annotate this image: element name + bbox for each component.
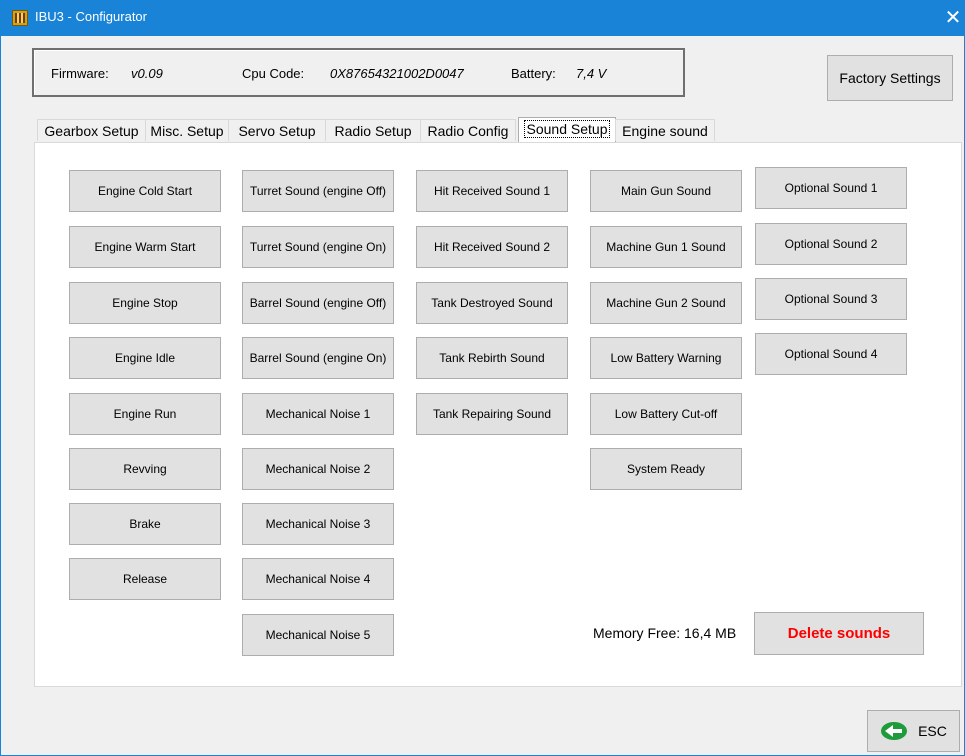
tab-radio-setup[interactable]: Radio Setup — [325, 119, 421, 141]
barrel-sound-engine-off-button[interactable]: Barrel Sound (engine Off) — [242, 282, 394, 324]
low-battery-warning-button[interactable]: Low Battery Warning — [590, 337, 742, 379]
turret-sound-engine-off-button[interactable]: Turret Sound (engine Off) — [242, 170, 394, 212]
mechanical-noise-1-button[interactable]: Mechanical Noise 1 — [242, 393, 394, 435]
system-ready-button[interactable]: System Ready — [590, 448, 742, 490]
engine-cold-start-button[interactable]: Engine Cold Start — [69, 170, 221, 212]
mechanical-noise-2-button[interactable]: Mechanical Noise 2 — [242, 448, 394, 490]
tab-label: Radio Config — [427, 123, 509, 139]
close-button[interactable]: ✕ — [941, 6, 965, 30]
tank-repairing-sound-button[interactable]: Tank Repairing Sound — [416, 393, 568, 435]
tab-label: Sound Setup — [523, 120, 611, 138]
hit-received-sound-1-button[interactable]: Hit Received Sound 1 — [416, 170, 568, 212]
tank-rebirth-sound-button[interactable]: Tank Rebirth Sound — [416, 337, 568, 379]
tab-label: Engine sound — [622, 123, 708, 139]
tab-label: Radio Setup — [334, 123, 412, 139]
main-gun-sound-button[interactable]: Main Gun Sound — [590, 170, 742, 212]
tab-radio-config[interactable]: Radio Config — [420, 119, 516, 141]
factory-settings-button[interactable]: Factory Settings — [827, 55, 953, 101]
app-chip-icon — [12, 10, 28, 26]
esc-button[interactable]: ESC — [867, 710, 960, 752]
low-battery-cutoff-button[interactable]: Low Battery Cut-off — [590, 393, 742, 435]
battery-label: Battery: — [511, 66, 556, 81]
tab-label: Misc. Setup — [150, 123, 224, 139]
mechanical-noise-3-button[interactable]: Mechanical Noise 3 — [242, 503, 394, 545]
tank-destroyed-sound-button[interactable]: Tank Destroyed Sound — [416, 282, 568, 324]
title-bar: IBU3 - Configurator ✕ — [1, 0, 965, 36]
turret-sound-engine-on-button[interactable]: Turret Sound (engine On) — [242, 226, 394, 268]
battery-value: 7,4 V — [576, 66, 607, 81]
tab-label: Gearbox Setup — [44, 123, 139, 139]
back-arrow-icon — [880, 721, 908, 741]
engine-run-button[interactable]: Engine Run — [69, 393, 221, 435]
optional-sound-3-button[interactable]: Optional Sound 3 — [755, 278, 907, 320]
machine-gun-2-sound-button[interactable]: Machine Gun 2 Sound — [590, 282, 742, 324]
window-title: IBU3 - Configurator — [35, 9, 147, 24]
engine-idle-button[interactable]: Engine Idle — [69, 337, 221, 379]
hit-received-sound-2-button[interactable]: Hit Received Sound 2 — [416, 226, 568, 268]
memory-free-text: Memory Free: 16,4 MB — [593, 625, 737, 641]
tab-engine-sound[interactable]: Engine sound — [615, 119, 715, 141]
optional-sound-2-button[interactable]: Optional Sound 2 — [755, 223, 907, 265]
mechanical-noise-5-button[interactable]: Mechanical Noise 5 — [242, 614, 394, 656]
barrel-sound-engine-on-button[interactable]: Barrel Sound (engine On) — [242, 337, 394, 379]
tab-misc-setup[interactable]: Misc. Setup — [145, 119, 229, 141]
optional-sound-1-button[interactable]: Optional Sound 1 — [755, 167, 907, 209]
tab-label: Servo Setup — [238, 123, 316, 139]
device-info-box: Firmware: v0.09 Cpu Code: 0X87654321002D… — [32, 48, 685, 97]
engine-stop-button[interactable]: Engine Stop — [69, 282, 221, 324]
delete-sounds-button[interactable]: Delete sounds — [754, 612, 924, 655]
firmware-label: Firmware: — [51, 66, 109, 81]
mechanical-noise-4-button[interactable]: Mechanical Noise 4 — [242, 558, 394, 600]
firmware-value: v0.09 — [131, 66, 163, 81]
esc-label: ESC — [918, 723, 947, 739]
brake-button[interactable]: Brake — [69, 503, 221, 545]
cpu-code-label: Cpu Code: — [242, 66, 305, 81]
tab-sound-setup[interactable]: Sound Setup — [518, 117, 616, 142]
configurator-window: IBU3 - Configurator ✕ Firmware: v0.09 Cp… — [0, 0, 965, 756]
cpu-code-value: 0X87654321002D0047 — [330, 66, 464, 81]
machine-gun-1-sound-button[interactable]: Machine Gun 1 Sound — [590, 226, 742, 268]
tab-servo-setup[interactable]: Servo Setup — [228, 119, 326, 141]
optional-sound-4-button[interactable]: Optional Sound 4 — [755, 333, 907, 375]
revving-button[interactable]: Revving — [69, 448, 221, 490]
tab-gearbox-setup[interactable]: Gearbox Setup — [37, 119, 146, 141]
release-button[interactable]: Release — [69, 558, 221, 600]
engine-warm-start-button[interactable]: Engine Warm Start — [69, 226, 221, 268]
